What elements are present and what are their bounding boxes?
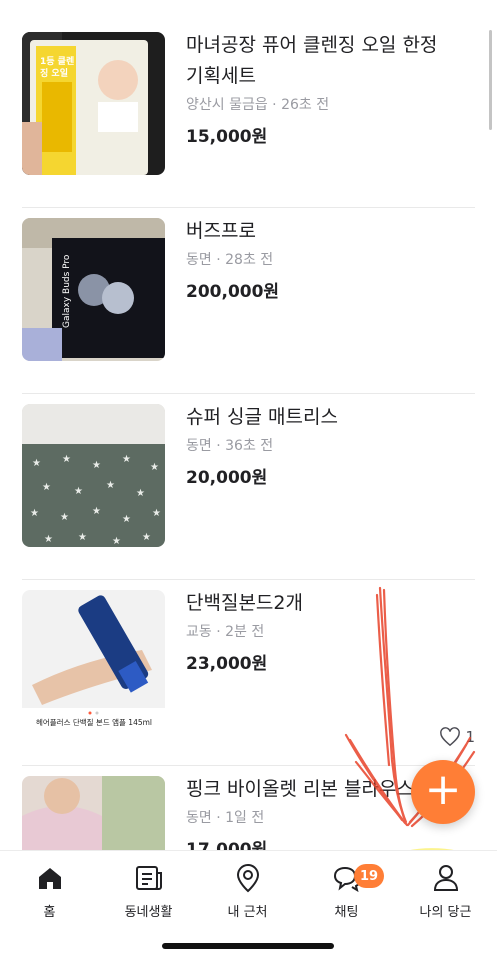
community-icon [135, 866, 162, 890]
svg-text:★: ★ [150, 462, 159, 473]
svg-text:★: ★ [42, 482, 51, 493]
item-meta: 교동 · 2분 전 [186, 621, 475, 641]
list-item[interactable]: 헤어플러스 단백질 본드 앰플 145ml 단백질본드2개 교동 · 2분 전 … [22, 580, 475, 766]
item-meta: 동면 · 36초 전 [186, 435, 475, 455]
item-meta: 동면 · 28초 전 [186, 249, 475, 269]
svg-text:★: ★ [78, 532, 87, 543]
svg-text:★: ★ [60, 512, 69, 523]
like-count: 1 [439, 727, 475, 747]
svg-text:★: ★ [122, 514, 131, 525]
plus-icon: + [424, 764, 462, 815]
product-thumbnail: Galaxy Buds Pro [22, 218, 165, 361]
item-time: 1일 전 [225, 810, 265, 826]
item-info: 마녀공장 퓨어 클렌징 오일 한정 기획세트 양산시 물금읍 · 26초 전 1… [186, 22, 475, 147]
tab-label: 동네생활 [124, 905, 173, 920]
location-pin-icon [236, 863, 259, 893]
item-info: 버즈프로 동면 · 28초 전 200,000원 [186, 208, 475, 302]
meta-separator: · [211, 252, 226, 268]
svg-text:★: ★ [142, 532, 151, 543]
item-info: 슈퍼 싱글 매트리스 동면 · 36초 전 20,000원 [186, 394, 475, 488]
item-price: 17,000원 [186, 840, 268, 850]
tab-home[interactable]: 홈 [0, 861, 99, 920]
item-location: 동면 [186, 438, 212, 454]
list-item[interactable]: Galaxy Buds Pro 버즈프로 동면 · 28초 전 200,000원 [22, 208, 475, 394]
meta-separator: · [211, 624, 226, 640]
product-thumbnail: ★ ★ ★ ★ ★ ★ ★ ★ ★ ★ ★ ★ ★ ★ ★ ★ ★ ★ [22, 404, 165, 547]
svg-text:★: ★ [112, 536, 121, 547]
item-price: 20,000원 [186, 468, 268, 488]
thumb-caption: 헤어플러스 단백질 본드 앰플 145ml [35, 718, 153, 727]
item-price: 15,000원 [186, 127, 268, 147]
item-price: 23,000원 [186, 654, 268, 674]
item-location: 양산시 물금읍 [186, 97, 268, 113]
like-number: 1 [465, 728, 475, 746]
tab-community[interactable]: 동네생활 [99, 861, 198, 920]
item-title: 마녀공장 퓨어 클렌징 오일 한정 기획세트 [186, 34, 438, 87]
svg-text:★: ★ [152, 508, 161, 519]
meta-separator: · [211, 810, 226, 826]
svg-text:★: ★ [32, 458, 41, 469]
svg-text:★: ★ [30, 508, 39, 519]
list-item[interactable]: 1등 클렌징 오일 마녀공장 퓨어 클렌징 오일 한정 기획세트 양산시 물금읍… [22, 22, 475, 208]
blouse-image [22, 776, 165, 850]
item-info: 단백질본드2개 교동 · 2분 전 23,000원 [186, 580, 475, 674]
item-meta: 양산시 물금읍 · 26초 전 [186, 94, 475, 114]
svg-text:★: ★ [74, 486, 83, 497]
tab-nearby[interactable]: 내 근처 [198, 861, 297, 920]
svg-text:★: ★ [122, 454, 131, 465]
scrollbar[interactable] [489, 30, 492, 130]
item-title: 버즈프로 [186, 220, 256, 242]
item-location: 교동 [186, 624, 212, 640]
product-thumbnail: 헤어플러스 단백질 본드 앰플 145ml [22, 590, 165, 733]
thumb-label: Galaxy Buds Pro [62, 254, 72, 328]
earbuds-box-image [22, 218, 165, 361]
home-indicator[interactable] [162, 943, 334, 949]
home-icon [38, 868, 61, 889]
hair-ampoule-image [22, 590, 165, 733]
svg-text:★: ★ [62, 454, 71, 465]
svg-text:★: ★ [136, 488, 145, 499]
item-title: 슈퍼 싱글 매트리스 [186, 406, 338, 428]
svg-text:★: ★ [92, 506, 101, 517]
item-location: 동면 [186, 810, 212, 826]
tab-my-karrot[interactable]: 나의 당근 [396, 861, 495, 920]
tab-label: 채팅 [334, 905, 359, 920]
mattress-image: ★ ★★★★ ★ ★★★ ★ ★★★★ ★ ★ ★ ★ [22, 404, 165, 547]
svg-text:★: ★ [44, 534, 53, 545]
item-time: 28초 전 [225, 252, 274, 268]
product-thumbnail: 1등 클렌징 오일 [22, 32, 165, 175]
product-feed[interactable]: 1등 클렌징 오일 마녀공장 퓨어 클렌징 오일 한정 기획세트 양산시 물금읍… [0, 0, 497, 850]
item-location: 동면 [186, 252, 212, 268]
list-item[interactable]: ★ ★ ★ ★ ★ ★ ★ ★ ★ ★ ★ ★ ★ ★ ★ ★ ★ ★ 슈퍼 싱글 매트리스 동면 · 36… [22, 394, 475, 580]
heart-icon [440, 727, 461, 747]
tab-label: 나의 당근 [419, 905, 472, 920]
tab-label: 홈 [43, 905, 56, 920]
svg-text:★: ★ [106, 480, 115, 491]
cleansing-oil-image [22, 32, 165, 175]
item-price: 200,000원 [186, 282, 280, 302]
item-time: 2분 전 [225, 624, 265, 640]
profile-icon [433, 865, 458, 891]
product-thumbnail [22, 776, 165, 850]
add-post-button[interactable]: + [411, 760, 475, 824]
item-time: 36초 전 [225, 438, 274, 454]
tab-label: 내 근처 [227, 905, 268, 920]
unread-badge: 19 [354, 864, 385, 888]
item-time: 26초 전 [281, 97, 330, 113]
thumb-label: 1등 클렌징 오일 [40, 57, 75, 79]
meta-separator: · [267, 97, 282, 113]
list-item[interactable]: 핑크 바이올렛 리본 블라우스 동면 · 1일 전 17,000원 [22, 766, 475, 850]
svg-text:★: ★ [92, 460, 101, 471]
tab-chat[interactable]: 채팅 19 [297, 861, 396, 920]
item-title: 단백질본드2개 [186, 592, 303, 614]
meta-separator: · [211, 438, 226, 454]
